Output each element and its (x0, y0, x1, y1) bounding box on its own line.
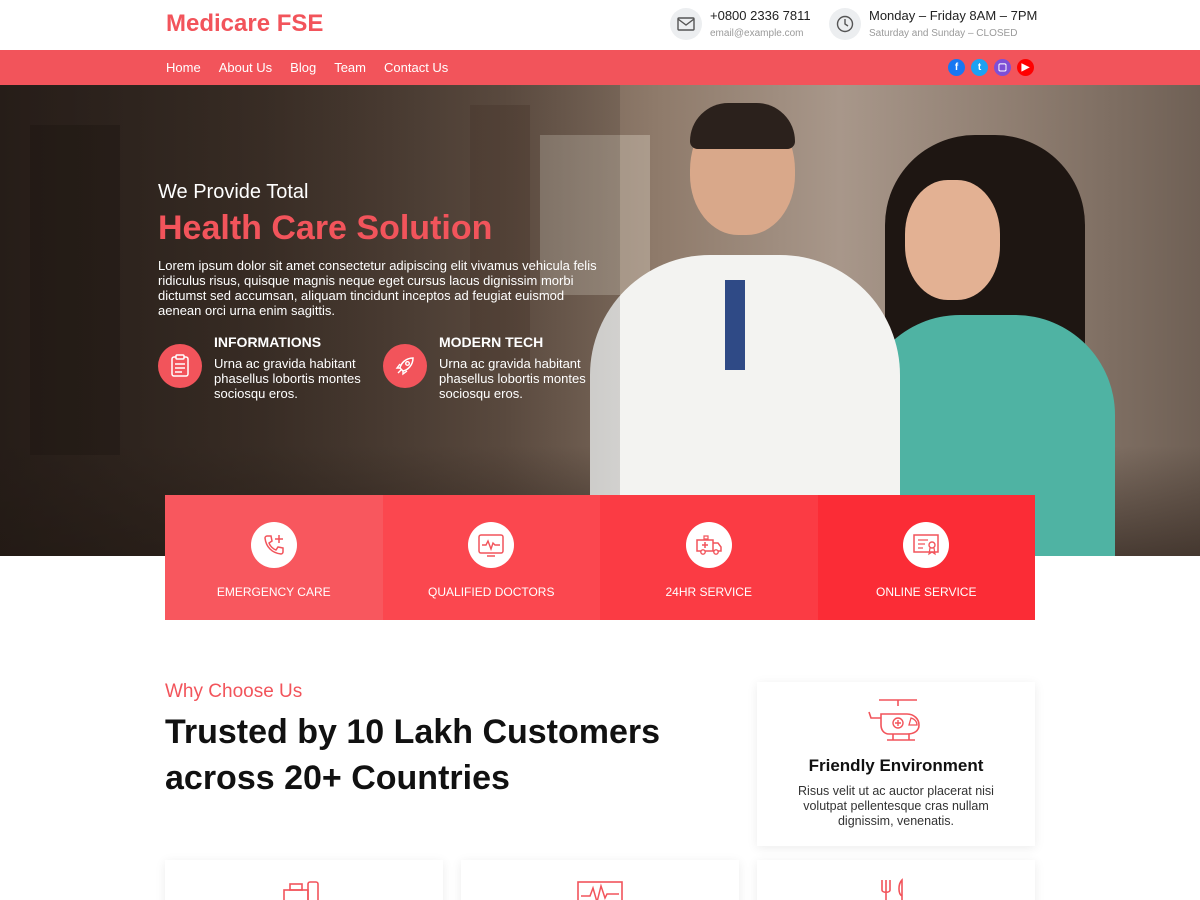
service-label: EMERGENCY CARE (216, 585, 331, 599)
feature-title: MODERN TECH (439, 334, 544, 350)
hero-photo-doctor-tie (725, 280, 745, 370)
youtube-icon[interactable]: ▶ (1017, 59, 1034, 76)
card-title: Friendly Environment (808, 756, 984, 775)
section-kicker: Why Choose Us (165, 681, 303, 702)
hero-title: Health Care Solution (158, 209, 493, 247)
contact-phone-block: +0800 2336 7811 email@example.com (670, 8, 811, 44)
service-label: ONLINE SERVICE (876, 585, 977, 599)
clock-icon (829, 8, 861, 40)
hero-pretitle: We Provide Total (158, 181, 309, 203)
heart-monitor-icon (468, 522, 515, 568)
feature-text: Urna ac gravida habitant phasellus lobor… (439, 356, 586, 401)
hero-description: Lorem ipsum dolor sit amet consectetur a… (158, 258, 597, 318)
feature-title: INFORMATIONS (214, 334, 322, 350)
twitch-icon[interactable]: ▢ (994, 59, 1011, 76)
hero-photo-doctor-hair (690, 103, 795, 149)
contact-email[interactable]: email@example.com (710, 24, 811, 44)
nav-item-contact-us[interactable]: Contact Us (384, 60, 448, 75)
top-bar: Medicare FSE +0800 2336 7811 email@examp… (0, 0, 1200, 50)
nav-item-team[interactable]: Team (334, 60, 366, 75)
helicopter-icon (867, 696, 925, 751)
nav-item-home[interactable]: Home (166, 60, 201, 75)
social-links: f t ▢ ▶ (942, 59, 1034, 76)
services-strip: EMERGENCY CARE QUALIFIED DOCTORS 24HR SE… (165, 495, 1035, 620)
nav-item-about-us[interactable]: About Us (219, 60, 272, 75)
service-label: 24HR SERVICE (665, 585, 752, 599)
hero-feature-modern-tech: MODERN TECH Urna ac gravida habitant pha… (383, 334, 599, 401)
feature-card (757, 860, 1035, 900)
facebook-icon[interactable]: f (948, 59, 965, 76)
feature-text: Urna ac gravida habitant phasellus lobor… (214, 356, 361, 401)
service-qualified-doctors[interactable]: QUALIFIED DOCTORS (382, 495, 600, 620)
medicine-icon (280, 878, 324, 900)
section-headline: Trusted by 10 Lakh Customers across 20+ … (165, 713, 661, 797)
certificate-icon (903, 522, 950, 568)
contact-hours-block: Monday – Friday 8AM – 7PM Saturday and S… (829, 8, 1037, 44)
heart-rate-icon (576, 878, 624, 900)
cutlery-icon (872, 878, 916, 900)
service-label: QUALIFIED DOCTORS (428, 585, 555, 599)
rocket-icon (383, 344, 427, 388)
service-online-service[interactable]: ONLINE SERVICE (817, 495, 1035, 620)
site-logo[interactable]: Medicare FSE (166, 10, 323, 38)
feature-card (165, 860, 443, 900)
hero-overlay (0, 85, 620, 556)
main-navigation: Home About Us Blog Team Contact Us f t ▢… (0, 50, 1200, 85)
nav-menu: Home About Us Blog Team Contact Us (166, 50, 466, 85)
envelope-icon (670, 8, 702, 40)
hero-feature-informations: INFORMATIONS Urna ac gravida habitant ph… (158, 334, 374, 401)
clipboard-icon (158, 344, 202, 388)
weekend-hours: Saturday and Sunday – CLOSED (869, 28, 1018, 39)
opening-hours: Monday – Friday 8AM – 7PM (869, 8, 1038, 23)
hero-photo-nurse-face (905, 180, 1000, 300)
feature-card-friendly-environment: Friendly Environment Risus velit ut ac a… (757, 682, 1035, 846)
hero-banner: We Provide Total Health Care Solution Lo… (0, 85, 1200, 556)
phone-plus-icon (250, 522, 297, 568)
service-emergency-care[interactable]: EMERGENCY CARE (165, 495, 383, 620)
ambulance-icon (685, 522, 732, 568)
card-text: Risus velit ut ac auctor placerat nisi v… (798, 784, 994, 828)
contact-phone[interactable]: +0800 2336 7811 (710, 8, 811, 24)
nav-item-blog[interactable]: Blog (290, 60, 316, 75)
twitter-icon[interactable]: t (971, 59, 988, 76)
service-24hr-service[interactable]: 24HR SERVICE (600, 495, 818, 620)
feature-card (461, 860, 739, 900)
